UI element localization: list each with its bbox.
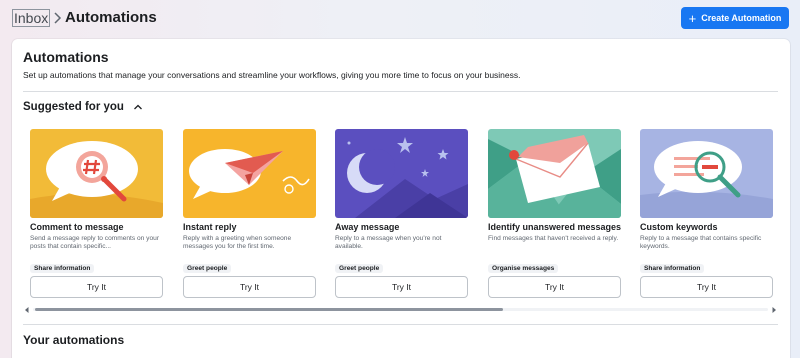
card-info: Custom keywords Reply to a message that … — [640, 222, 774, 252]
page-breadcrumb-current: Automations — [65, 9, 157, 26]
card-title: Identify unanswered messages — [488, 222, 622, 232]
scroll-right-arrow-icon[interactable] — [770, 306, 778, 314]
card-title: Comment to message — [30, 222, 124, 232]
unanswered-messages-illustration — [488, 129, 621, 218]
page-description: Set up automations that manage your conv… — [23, 70, 521, 80]
card-description: Reply to a message that contains specifi… — [640, 235, 762, 251]
try-it-button[interactable]: Try It — [335, 276, 468, 298]
chevron-up-icon — [133, 104, 142, 110]
instant-reply-illustration — [183, 129, 316, 218]
suggestion-card-comment-to-message[interactable]: Comment to message Send a message reply … — [30, 129, 164, 298]
suggestion-card-custom-keywords[interactable]: Custom keywords Reply to a message that … — [640, 129, 774, 298]
create-automation-button[interactable]: + Create Automation — [681, 7, 789, 29]
create-automation-label: Create Automation — [701, 13, 782, 23]
scrollbar-thumb[interactable] — [35, 308, 503, 311]
page-title: Automations — [23, 49, 109, 65]
divider — [23, 324, 778, 325]
card-description: Find messages that haven't received a re… — [488, 235, 619, 242]
try-it-button[interactable]: Try It — [183, 276, 316, 298]
card-info: Away message Reply to a message when you… — [335, 222, 469, 252]
card-description: Reply to a message when you're not avail… — [335, 235, 442, 251]
your-automations-heading: Your automations — [23, 333, 125, 347]
breadcrumb-inbox-link[interactable]: Inbox — [12, 9, 51, 27]
try-it-button[interactable]: Try It — [488, 276, 621, 298]
away-message-illustration — [335, 129, 468, 218]
horizontal-scrollbar[interactable] — [23, 305, 778, 315]
plus-icon: + — [688, 10, 697, 26]
try-it-button[interactable]: Try It — [30, 276, 163, 298]
divider — [23, 91, 778, 92]
suggestion-card-identify-unanswered[interactable]: Identify unanswered messages Find messag… — [488, 129, 622, 298]
card-title: Instant reply — [183, 222, 237, 232]
scroll-left-arrow-icon[interactable] — [23, 306, 31, 314]
chevron-right-icon — [54, 12, 62, 24]
card-title: Away message — [335, 222, 400, 232]
try-it-button[interactable]: Try It — [640, 276, 773, 298]
comment-to-message-illustration — [30, 129, 163, 218]
top-bar: Inbox Automations + Create Automation — [0, 0, 800, 36]
card-info: Instant reply Reply with a greeting when… — [183, 222, 317, 252]
custom-keywords-illustration — [640, 129, 773, 218]
card-info: Comment to message Send a message reply … — [30, 222, 164, 252]
automations-panel: Automations Set up automations that mana… — [12, 39, 790, 358]
suggested-label: Suggested for you — [23, 101, 124, 113]
card-info: Identify unanswered messages Find messag… — [488, 222, 622, 252]
card-description: Send a message reply to comments on your… — [30, 235, 160, 251]
card-description: Reply with a greeting when someone messa… — [183, 235, 292, 251]
card-title: Custom keywords — [640, 222, 718, 232]
suggestion-card-instant-reply[interactable]: Instant reply Reply with a greeting when… — [183, 129, 317, 298]
suggested-section-toggle[interactable]: Suggested for you — [23, 101, 143, 113]
suggestion-card-away-message[interactable]: Away message Reply to a message when you… — [335, 129, 469, 298]
